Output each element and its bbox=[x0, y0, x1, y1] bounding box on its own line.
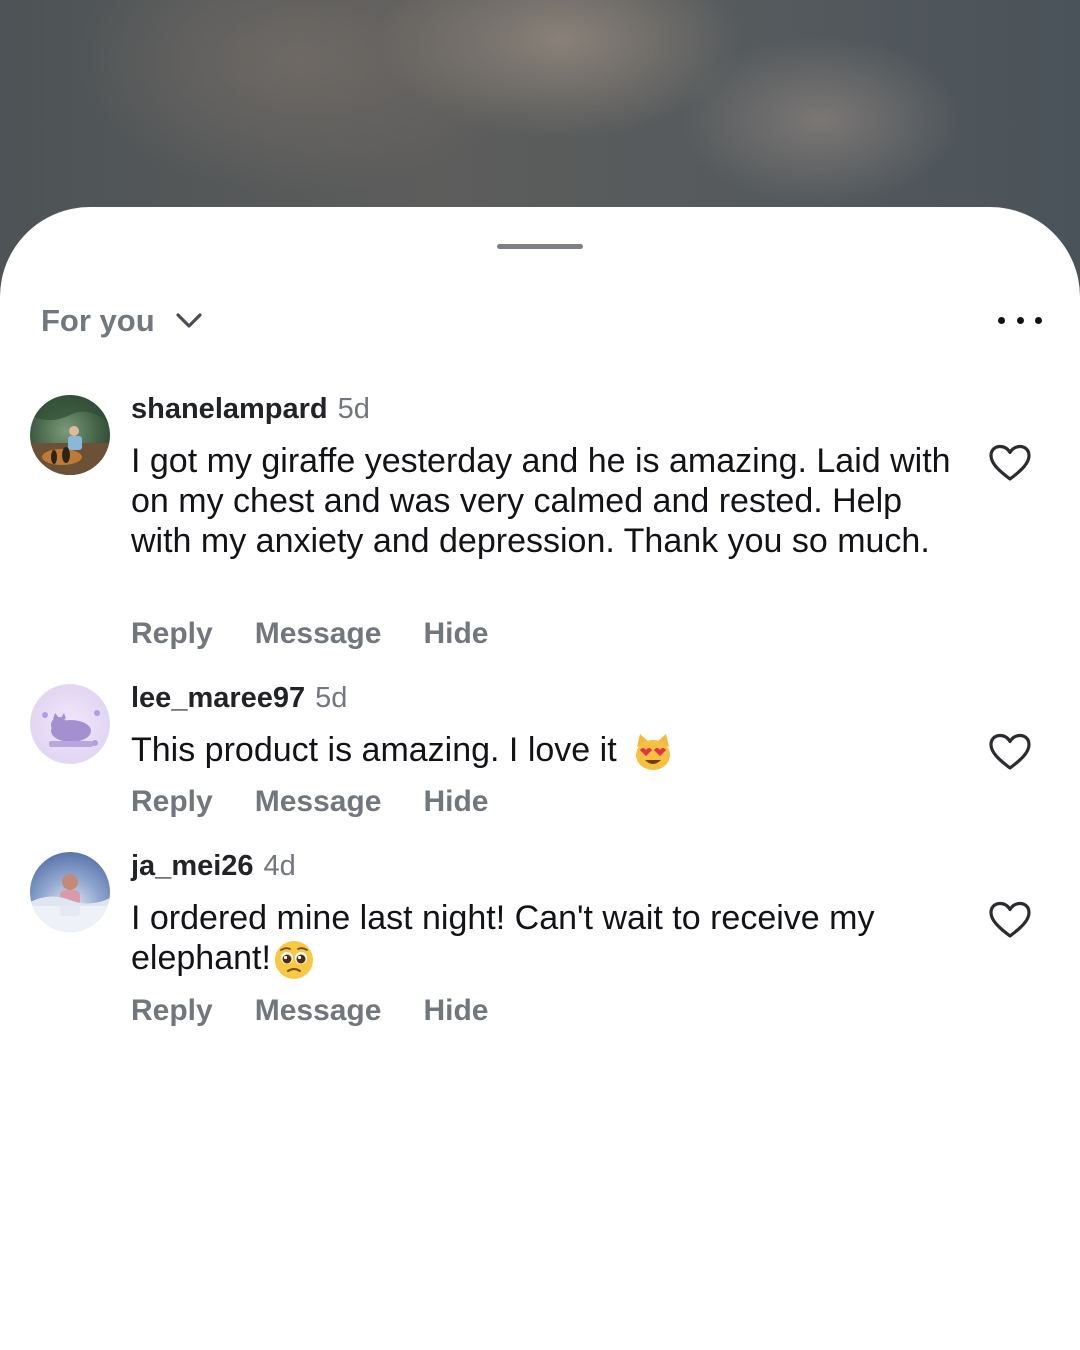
more-options-icon[interactable] bbox=[998, 305, 1042, 335]
heart-outline-icon[interactable] bbox=[988, 900, 1032, 940]
comment-sort-dropdown[interactable]: For you bbox=[41, 300, 203, 342]
username[interactable]: shanelampard bbox=[131, 393, 328, 426]
comment-text: I ordered mine last night! Can't wait to… bbox=[131, 899, 875, 977]
timestamp: 4d bbox=[263, 850, 296, 882]
message-button[interactable]: Message bbox=[255, 785, 382, 819]
comment-header: shanelampard 5d bbox=[131, 393, 370, 426]
sort-label: For you bbox=[41, 303, 155, 338]
heart-outline-icon[interactable] bbox=[988, 732, 1032, 772]
reply-button[interactable]: Reply bbox=[131, 785, 213, 819]
chevron-down-icon bbox=[176, 313, 202, 328]
comment-header: lee_maree97 5d bbox=[131, 682, 347, 715]
comment-text: This product is amazing. I love it bbox=[131, 731, 617, 769]
avatar[interactable] bbox=[30, 684, 110, 764]
message-button[interactable]: Message bbox=[255, 617, 382, 651]
reply-button[interactable]: Reply bbox=[131, 994, 213, 1028]
comment-text-row: I ordered mine last night! Can't wait to… bbox=[131, 898, 951, 981]
hide-button[interactable]: Hide bbox=[423, 994, 488, 1028]
heart-outline-icon[interactable] bbox=[988, 443, 1032, 483]
comments-sheet bbox=[0, 207, 1080, 1350]
comment-actions: Reply Message Hide bbox=[131, 617, 488, 651]
comment-actions: Reply Message Hide bbox=[131, 994, 488, 1028]
avatar[interactable] bbox=[30, 395, 110, 475]
pleading-face-icon bbox=[274, 941, 313, 980]
comment-actions: Reply Message Hide bbox=[131, 785, 488, 819]
reply-button[interactable]: Reply bbox=[131, 617, 213, 651]
username[interactable]: ja_mei26 bbox=[131, 850, 254, 883]
comment-header: ja_mei26 4d bbox=[131, 850, 296, 883]
heart-eyes-cat-icon bbox=[636, 734, 671, 771]
avatar-photo bbox=[30, 395, 110, 475]
timestamp: 5d bbox=[315, 682, 348, 714]
username[interactable]: lee_maree97 bbox=[131, 682, 305, 715]
avatar[interactable] bbox=[30, 852, 110, 932]
hide-button[interactable]: Hide bbox=[423, 617, 488, 651]
timestamp: 5d bbox=[337, 393, 370, 425]
hide-button[interactable]: Hide bbox=[423, 785, 488, 819]
avatar-photo bbox=[42, 710, 100, 747]
avatar-photo bbox=[30, 874, 110, 932]
comment-text-row: This product is amazing. I love it bbox=[131, 730, 951, 773]
comment-text: I got my giraffe yesterday and he is ama… bbox=[131, 442, 951, 560]
sheet-grabber[interactable] bbox=[497, 244, 583, 249]
message-button[interactable]: Message bbox=[255, 994, 382, 1028]
